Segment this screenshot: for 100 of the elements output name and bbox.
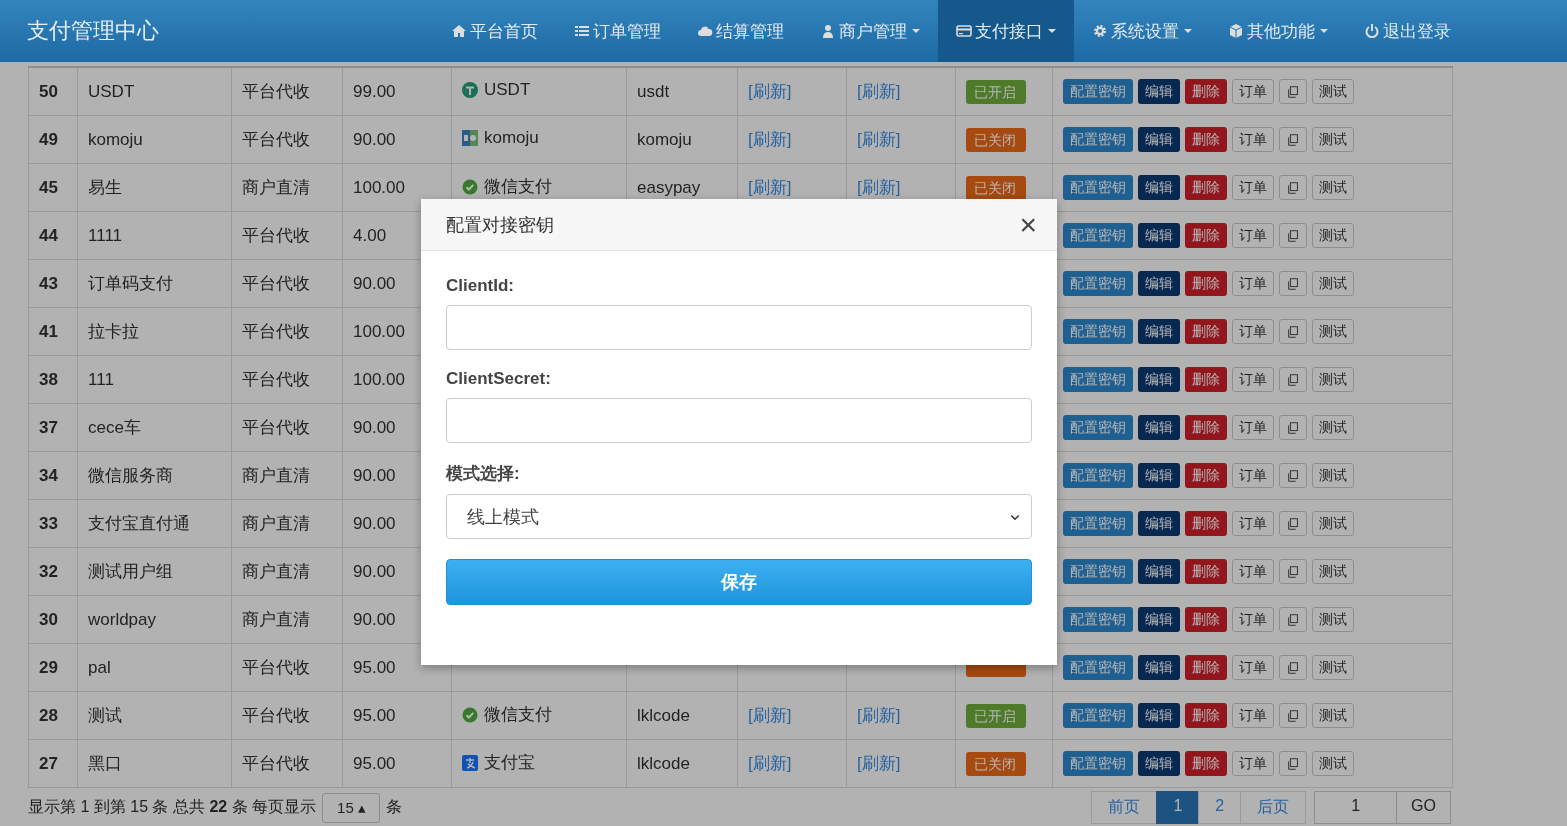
action-button[interactable]: 订单: [1232, 79, 1274, 104]
nav-item[interactable]: 支付接口: [938, 0, 1074, 62]
nav-item[interactable]: 其他功能: [1210, 0, 1346, 62]
refresh-link[interactable]: [刷新]: [857, 178, 901, 197]
action-button[interactable]: 删除: [1185, 271, 1227, 296]
action-button[interactable]: 删除: [1185, 223, 1227, 248]
status-button[interactable]: 已关闭: [966, 175, 1026, 200]
action-button[interactable]: 编辑: [1138, 127, 1180, 152]
action-button[interactable]: 配置密钥: [1063, 751, 1133, 776]
action-button[interactable]: 编辑: [1138, 559, 1180, 584]
page-button[interactable]: 1: [1156, 791, 1200, 824]
action-button[interactable]: 测试: [1312, 511, 1354, 536]
copy-button[interactable]: [1279, 223, 1307, 248]
save-button[interactable]: 保存: [446, 559, 1032, 605]
copy-button[interactable]: [1279, 415, 1307, 440]
action-button[interactable]: 测试: [1312, 79, 1354, 104]
action-button[interactable]: 测试: [1312, 751, 1354, 776]
action-button[interactable]: 订单: [1232, 607, 1274, 632]
nav-item[interactable]: 退出登录: [1346, 0, 1469, 62]
copy-button[interactable]: [1279, 511, 1307, 536]
go-button[interactable]: GO: [1396, 791, 1451, 824]
action-button[interactable]: 配置密钥: [1063, 319, 1133, 344]
copy-button[interactable]: [1279, 751, 1307, 776]
action-button[interactable]: 测试: [1312, 319, 1354, 344]
action-button[interactable]: 删除: [1185, 703, 1227, 728]
action-button[interactable]: 编辑: [1138, 271, 1180, 296]
action-button[interactable]: 删除: [1185, 127, 1227, 152]
action-button[interactable]: 删除: [1185, 655, 1227, 680]
copy-button[interactable]: [1279, 559, 1307, 584]
action-button[interactable]: 测试: [1312, 703, 1354, 728]
close-button[interactable]: ×: [1019, 209, 1037, 240]
copy-button[interactable]: [1279, 703, 1307, 728]
action-button[interactable]: 配置密钥: [1063, 271, 1133, 296]
action-button[interactable]: 测试: [1312, 655, 1354, 680]
action-button[interactable]: 配置密钥: [1063, 559, 1133, 584]
copy-button[interactable]: [1279, 127, 1307, 152]
refresh-link[interactable]: [刷新]: [748, 754, 792, 773]
refresh-link[interactable]: [刷新]: [857, 706, 901, 725]
action-button[interactable]: 测试: [1312, 463, 1354, 488]
action-button[interactable]: 配置密钥: [1063, 175, 1133, 200]
action-button[interactable]: 订单: [1232, 751, 1274, 776]
action-button[interactable]: 编辑: [1138, 223, 1180, 248]
action-button[interactable]: 配置密钥: [1063, 511, 1133, 536]
refresh-link[interactable]: [刷新]: [857, 130, 901, 149]
action-button[interactable]: 删除: [1185, 79, 1227, 104]
nav-item[interactable]: 商户管理: [802, 0, 938, 62]
action-button[interactable]: 配置密钥: [1063, 703, 1133, 728]
action-button[interactable]: 订单: [1232, 271, 1274, 296]
action-button[interactable]: 编辑: [1138, 319, 1180, 344]
action-button[interactable]: 订单: [1232, 463, 1274, 488]
nav-item[interactable]: 平台首页: [433, 0, 556, 62]
copy-button[interactable]: [1279, 175, 1307, 200]
status-button[interactable]: 已开启: [966, 703, 1026, 728]
action-button[interactable]: 配置密钥: [1063, 223, 1133, 248]
page-input[interactable]: 1: [1314, 791, 1398, 824]
page-button[interactable]: 2: [1198, 791, 1242, 824]
action-button[interactable]: 订单: [1232, 559, 1274, 584]
action-button[interactable]: 删除: [1185, 607, 1227, 632]
input-field[interactable]: [446, 305, 1032, 350]
page-size-dropdown[interactable]: 15 ▴: [322, 792, 381, 823]
copy-button[interactable]: [1279, 655, 1307, 680]
nav-item[interactable]: 系统设置: [1074, 0, 1210, 62]
refresh-link[interactable]: [刷新]: [857, 82, 901, 101]
action-button[interactable]: 测试: [1312, 223, 1354, 248]
action-button[interactable]: 订单: [1232, 319, 1274, 344]
status-button[interactable]: 已关闭: [966, 127, 1026, 152]
action-button[interactable]: 订单: [1232, 223, 1274, 248]
copy-button[interactable]: [1279, 463, 1307, 488]
action-button[interactable]: 编辑: [1138, 703, 1180, 728]
status-button[interactable]: 已开启: [966, 79, 1026, 104]
action-button[interactable]: 测试: [1312, 367, 1354, 392]
action-button[interactable]: 订单: [1232, 415, 1274, 440]
copy-button[interactable]: [1279, 319, 1307, 344]
action-button[interactable]: 测试: [1312, 415, 1354, 440]
refresh-link[interactable]: [刷新]: [748, 706, 792, 725]
action-button[interactable]: 删除: [1185, 463, 1227, 488]
refresh-link[interactable]: [刷新]: [748, 178, 792, 197]
action-button[interactable]: 编辑: [1138, 79, 1180, 104]
refresh-link[interactable]: [刷新]: [857, 754, 901, 773]
action-button[interactable]: 测试: [1312, 559, 1354, 584]
action-button[interactable]: 编辑: [1138, 463, 1180, 488]
action-button[interactable]: 测试: [1312, 271, 1354, 296]
copy-button[interactable]: [1279, 79, 1307, 104]
action-button[interactable]: 订单: [1232, 367, 1274, 392]
page-button[interactable]: 后页: [1240, 791, 1307, 824]
action-button[interactable]: 订单: [1232, 511, 1274, 536]
nav-item[interactable]: 结算管理: [679, 0, 802, 62]
action-button[interactable]: 配置密钥: [1063, 607, 1133, 632]
action-button[interactable]: 配置密钥: [1063, 127, 1133, 152]
action-button[interactable]: 订单: [1232, 175, 1274, 200]
status-button[interactable]: 已关闭: [966, 751, 1026, 776]
action-button[interactable]: 配置密钥: [1063, 79, 1133, 104]
nav-item[interactable]: 订单管理: [556, 0, 679, 62]
refresh-link[interactable]: [刷新]: [748, 82, 792, 101]
refresh-link[interactable]: [刷新]: [748, 130, 792, 149]
action-button[interactable]: 删除: [1185, 367, 1227, 392]
copy-button[interactable]: [1279, 271, 1307, 296]
action-button[interactable]: 编辑: [1138, 175, 1180, 200]
action-button[interactable]: 编辑: [1138, 751, 1180, 776]
action-button[interactable]: 测试: [1312, 127, 1354, 152]
